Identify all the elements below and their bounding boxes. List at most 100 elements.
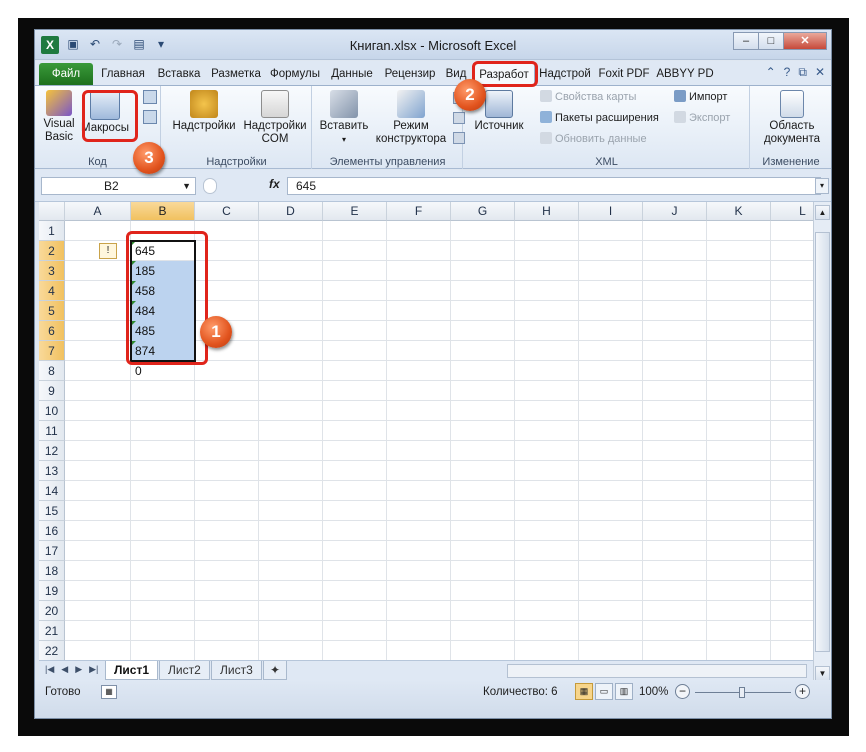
page-layout-view-icon[interactable]: ▭ [595, 683, 613, 700]
scroll-up-icon[interactable]: ▲ [815, 205, 830, 220]
column-header-e[interactable]: E [323, 202, 387, 221]
column-header-j[interactable]: J [643, 202, 707, 221]
tab-addins[interactable]: Надстрой [537, 63, 593, 85]
maximize-button[interactable]: □ [758, 32, 784, 50]
com-addins-button[interactable]: Надстройки COM [238, 90, 312, 146]
chevron-down-icon: ▾ [341, 135, 346, 144]
map-properties-button[interactable]: Свойства карты [540, 90, 636, 104]
column-header-a[interactable]: A [65, 202, 131, 221]
column-header-i[interactable]: I [579, 202, 643, 221]
row-header-19[interactable]: 19 [39, 581, 65, 601]
design-mode-label: Режим конструктора [375, 120, 447, 145]
row-header-11[interactable]: 11 [39, 421, 65, 441]
expansion-packs-button[interactable]: Пакеты расширения [540, 111, 659, 125]
row-header-17[interactable]: 17 [39, 541, 65, 561]
annotation-badge-2: 2 [454, 79, 486, 111]
row-header-1[interactable]: 1 [39, 221, 65, 241]
horizontal-scrollbar[interactable] [507, 664, 807, 678]
row-header-4[interactable]: 4 [39, 281, 65, 301]
design-mode-button[interactable]: Режим конструктора [371, 90, 451, 146]
row-header-18[interactable]: 18 [39, 561, 65, 581]
sheet-tab-2[interactable]: Лист2 [159, 661, 210, 680]
column-header-b[interactable]: B [131, 202, 195, 221]
new-sheet-icon[interactable]: ✦ [263, 661, 288, 680]
column-header-f[interactable]: F [387, 202, 451, 221]
row-header-22[interactable]: 22 [39, 641, 65, 660]
row-header-9[interactable]: 9 [39, 381, 65, 401]
tab-page-layout[interactable]: Разметка [207, 63, 265, 85]
row-header-12[interactable]: 12 [39, 441, 65, 461]
column-header-k[interactable]: K [707, 202, 771, 221]
insert-control-button[interactable]: Вставить ▾ [315, 90, 373, 146]
import-button[interactable]: Импорт [674, 90, 727, 104]
row-header-6[interactable]: 6 [39, 321, 65, 341]
restore-icon[interactable]: ⧉ [798, 65, 807, 80]
macro-record-icon[interactable]: ▦ [101, 685, 117, 699]
row-header-21[interactable]: 21 [39, 621, 65, 641]
help-icon[interactable]: ? [784, 65, 791, 80]
column-header-c[interactable]: C [195, 202, 259, 221]
expand-formula-icon[interactable]: ▾ [815, 178, 829, 194]
insert-function-icon[interactable]: fx [269, 177, 280, 191]
row-header-16[interactable]: 16 [39, 521, 65, 541]
column-header-g[interactable]: G [451, 202, 515, 221]
close-button[interactable]: ✕ [783, 32, 827, 50]
tab-formulas[interactable]: Формулы [267, 63, 323, 85]
sheet-tab-3[interactable]: Лист3 [211, 661, 262, 680]
row-header-10[interactable]: 10 [39, 401, 65, 421]
first-sheet-icon[interactable]: |◀ [45, 664, 54, 675]
zoom-level[interactable]: 100% [639, 686, 668, 698]
zoom-out-icon[interactable]: − [675, 684, 690, 699]
visual-basic-button[interactable]: Visual Basic [41, 90, 77, 144]
row-header-7[interactable]: 7 [39, 341, 65, 361]
column-header-h[interactable]: H [515, 202, 579, 221]
addins-button[interactable]: Надстройки [168, 90, 240, 133]
row-header-2[interactable]: 2 [39, 241, 65, 261]
group-controls: Вставить ▾ Режим конструктора Элементы у… [313, 86, 465, 169]
relative-refs-icon[interactable] [143, 110, 157, 124]
tab-foxit[interactable]: Foxit PDF [595, 63, 653, 85]
tab-abbyy[interactable]: ABBYY PD [655, 63, 715, 85]
zoom-knob[interactable] [739, 687, 745, 698]
next-sheet-icon[interactable]: ▶ [75, 664, 82, 675]
vertical-scrollbar[interactable]: ▲ ▼ [813, 202, 831, 688]
vertical-scroll-thumb[interactable] [815, 232, 830, 652]
row-header-14[interactable]: 14 [39, 481, 65, 501]
record-macro-icon[interactable] [143, 90, 157, 104]
zoom-in-icon[interactable]: + [795, 684, 810, 699]
tab-file[interactable]: Файл [39, 63, 93, 85]
last-sheet-icon[interactable]: ▶| [89, 664, 98, 675]
refresh-data-button[interactable]: Обновить данные [540, 132, 647, 146]
row-header-8[interactable]: 8 [39, 361, 65, 381]
tab-review[interactable]: Рецензир [381, 63, 439, 85]
column-header-d[interactable]: D [259, 202, 323, 221]
tab-home[interactable]: Главная [97, 63, 149, 85]
normal-view-icon[interactable]: ▦ [575, 683, 593, 700]
document-panel-button[interactable]: Область документа [757, 90, 827, 146]
row-header-3[interactable]: 3 [39, 261, 65, 281]
tab-data[interactable]: Данные [327, 63, 377, 85]
minimize-button[interactable]: – [733, 32, 759, 50]
page-break-view-icon[interactable]: ▥ [615, 683, 633, 700]
row-header-15[interactable]: 15 [39, 501, 65, 521]
formula-splitter[interactable] [203, 178, 217, 194]
warning-icon[interactable]: ! [99, 243, 117, 259]
chevron-down-icon[interactable]: ▼ [182, 178, 191, 194]
com-addins-icon [261, 90, 289, 118]
zoom-slider[interactable]: − + [675, 684, 811, 700]
close-workbook-icon[interactable]: ✕ [815, 65, 825, 80]
tab-insert[interactable]: Вставка [153, 63, 205, 85]
row-header-13[interactable]: 13 [39, 461, 65, 481]
scroll-down-icon[interactable]: ▼ [815, 666, 830, 681]
select-all-corner[interactable] [39, 202, 65, 221]
prev-sheet-icon[interactable]: ◀ [61, 664, 68, 675]
excel-window: X ▣ ↶ ↷ ▤ ▾ Книгаn.xlsx - Microsoft Exce… [34, 29, 832, 719]
export-button[interactable]: Экспорт [674, 111, 730, 125]
formula-input[interactable]: 645 [287, 177, 821, 195]
sheet-tab-1[interactable]: Лист1 [105, 661, 159, 680]
name-box[interactable]: B2 ▼ [41, 177, 196, 195]
row-header-20[interactable]: 20 [39, 601, 65, 621]
minimize-ribbon-icon[interactable]: ⌃ [766, 65, 776, 80]
row-header-5[interactable]: 5 [39, 301, 65, 321]
column-header-l[interactable]: L [771, 202, 813, 221]
